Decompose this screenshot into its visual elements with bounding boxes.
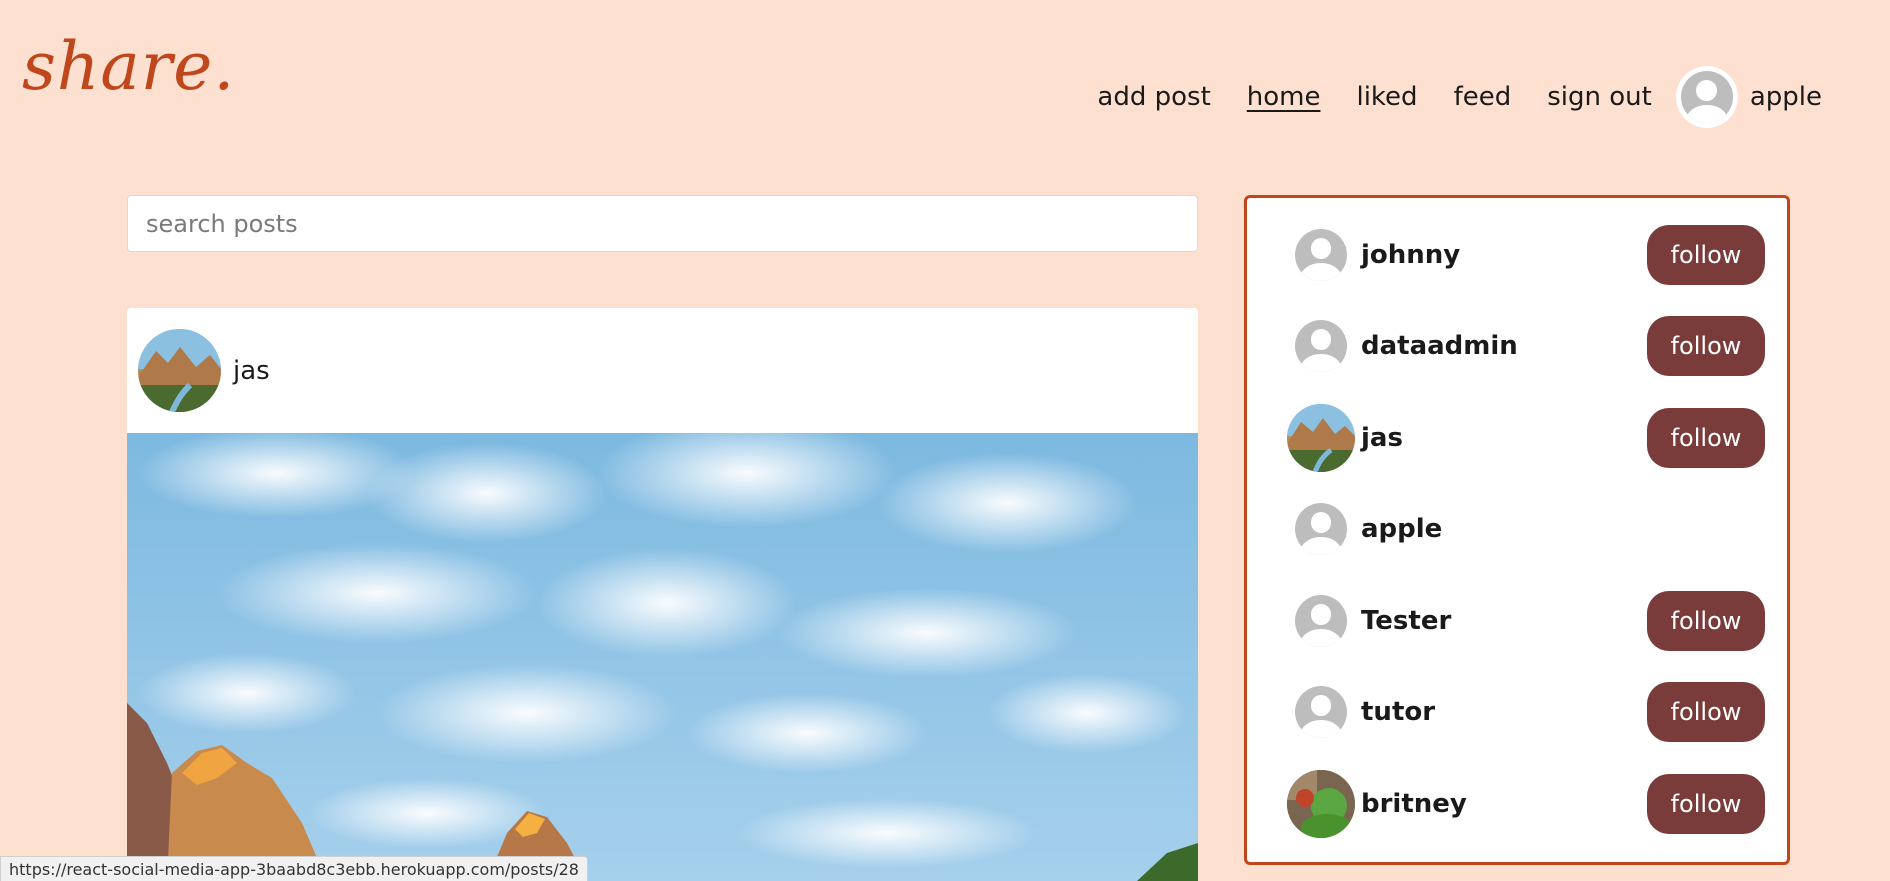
current-user-avatar[interactable] bbox=[1675, 66, 1738, 128]
default-avatar-icon[interactable] bbox=[1295, 686, 1347, 738]
nav-add-post[interactable]: add post bbox=[1097, 84, 1210, 110]
follow-button[interactable]: follow bbox=[1647, 225, 1765, 285]
user-row: johnny follow bbox=[1247, 220, 1787, 290]
browser-status-bar: https://react-social-media-app-3baabd8c3… bbox=[0, 856, 588, 881]
default-avatar-icon bbox=[1680, 71, 1733, 123]
user-name[interactable]: dataadmin bbox=[1361, 331, 1518, 361]
nav-feed[interactable]: feed bbox=[1454, 84, 1512, 110]
current-username[interactable]: apple bbox=[1750, 82, 1822, 112]
user-row: Tester follow bbox=[1247, 586, 1787, 656]
landscape-canyon-sky-icon bbox=[127, 418, 1198, 881]
user-photo-avatar[interactable] bbox=[1287, 770, 1355, 838]
post-image[interactable] bbox=[127, 418, 1198, 881]
post-author-name[interactable]: jas bbox=[233, 356, 270, 386]
user-suggestions-panel: johnny follow dataadmin follow jas follo… bbox=[1244, 195, 1790, 865]
user-name[interactable]: johnny bbox=[1361, 240, 1460, 270]
follow-button[interactable]: follow bbox=[1647, 682, 1765, 742]
user-name[interactable]: Tester bbox=[1361, 606, 1451, 636]
top-nav: add post home liked feed sign out apple bbox=[1061, 66, 1822, 128]
follow-button[interactable]: follow bbox=[1647, 591, 1765, 651]
nav-sign-out[interactable]: sign out bbox=[1547, 84, 1652, 110]
default-avatar-icon[interactable] bbox=[1295, 595, 1347, 647]
post-card: jas bbox=[127, 308, 1198, 881]
follow-button[interactable]: follow bbox=[1647, 408, 1765, 468]
post-header: jas bbox=[127, 308, 1198, 433]
user-row: jas follow bbox=[1247, 403, 1787, 473]
user-row: tutor follow bbox=[1247, 677, 1787, 747]
user-name[interactable]: jas bbox=[1361, 423, 1403, 453]
follow-button[interactable]: follow bbox=[1647, 774, 1765, 834]
post-author-avatar[interactable] bbox=[138, 329, 221, 412]
user-name[interactable]: apple bbox=[1361, 514, 1442, 544]
user-row: britney follow bbox=[1247, 769, 1787, 839]
user-row: dataadmin follow bbox=[1247, 311, 1787, 381]
nav-home[interactable]: home bbox=[1247, 84, 1321, 110]
user-photo-avatar[interactable] bbox=[1287, 404, 1355, 472]
default-avatar-icon[interactable] bbox=[1295, 320, 1347, 372]
default-avatar-icon[interactable] bbox=[1295, 503, 1347, 555]
follow-button[interactable]: follow bbox=[1647, 316, 1765, 376]
nav-liked[interactable]: liked bbox=[1356, 84, 1417, 110]
search-input[interactable] bbox=[127, 195, 1198, 252]
brand-logo[interactable]: share. bbox=[22, 28, 235, 105]
default-avatar-icon[interactable] bbox=[1295, 229, 1347, 281]
user-name[interactable]: tutor bbox=[1361, 697, 1435, 727]
user-row: apple bbox=[1247, 494, 1787, 564]
user-name[interactable]: britney bbox=[1361, 789, 1467, 819]
